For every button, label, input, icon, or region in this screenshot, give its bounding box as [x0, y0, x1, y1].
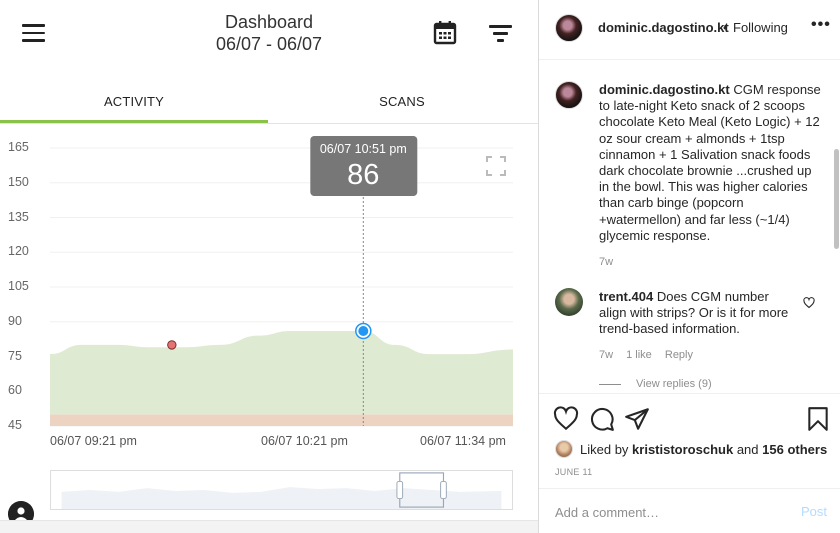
liked-by-prefix: Liked by: [580, 442, 629, 457]
comments-scrollbar[interactable]: [834, 149, 839, 249]
tab-scans[interactable]: SCANS: [268, 86, 536, 123]
separator-dot: •: [723, 20, 728, 35]
author-username[interactable]: dominic.dagostino.kt: [598, 20, 729, 35]
caption-timestamp[interactable]: 7w: [599, 256, 613, 268]
comment-meta: 7w 1 like Reply: [599, 349, 703, 361]
comments-section: dominic.dagostino.kt CGM response to lat…: [539, 61, 840, 393]
post-header: dominic.dagostino.kt • Following •••: [539, 0, 840, 60]
glucose-area: [50, 331, 513, 415]
heart-icon[interactable]: [553, 406, 579, 432]
liked-by-user[interactable]: krististoroschuk: [632, 442, 733, 457]
fullscreen-icon[interactable]: [486, 156, 506, 176]
calendar-icon[interactable]: [433, 20, 457, 45]
x-tick-label: 06/07 10:21 pm: [261, 434, 348, 448]
caption-username[interactable]: dominic.dagostino.kt: [599, 82, 730, 97]
date-range: 06/07 - 06/07: [215, 34, 323, 54]
comment-input[interactable]: [555, 502, 785, 522]
comment-icon[interactable]: [589, 406, 615, 432]
tab-bar: ACTIVITY SCANS: [0, 86, 538, 124]
bookmark-icon[interactable]: [805, 406, 831, 432]
dashboard-app: Dashboard 06/07 - 06/07 ACTIVITY SCANS 1…: [0, 0, 538, 533]
tab-activity[interactable]: ACTIVITY: [0, 86, 268, 123]
comment-timestamp[interactable]: 7w: [599, 349, 613, 361]
caption-avatar[interactable]: [555, 81, 583, 109]
liked-by-and: and: [736, 442, 759, 457]
x-tick-label: 06/07 09:21 pm: [50, 434, 137, 448]
tooltip-value: 86: [347, 159, 379, 191]
chart-minimap[interactable]: [50, 470, 513, 510]
post-date[interactable]: JUNE 11: [555, 467, 592, 477]
author-avatar[interactable]: [555, 14, 583, 42]
comment-likes[interactable]: 1 like: [626, 349, 652, 361]
replies-divider: [599, 384, 621, 385]
glucose-chart: 165 150 135 120 105 90 75 60 45 06/07 10:51 pm 86…: [0, 125, 538, 465]
post-panel: dominic.dagostino.kt • Following ••• dom…: [538, 0, 840, 533]
post-comment-button[interactable]: Post: [801, 504, 827, 519]
minimap-handle-right: [440, 480, 447, 500]
filter-icon[interactable]: [489, 25, 512, 42]
commenter-avatar[interactable]: [555, 288, 583, 316]
add-comment-bar: Post: [539, 488, 840, 533]
event-marker[interactable]: [167, 340, 177, 350]
x-tick-label: 06/07 11:34 pm: [420, 434, 506, 448]
share-icon[interactable]: [624, 406, 650, 432]
post-caption: dominic.dagostino.kt CGM response to lat…: [599, 82, 821, 244]
following-button[interactable]: Following: [733, 20, 788, 35]
caption-text: CGM response to late-night Keto snack of…: [599, 82, 821, 243]
minimap-handle-left: [396, 480, 404, 500]
comment-like-icon[interactable]: [803, 297, 815, 309]
bottom-bar: [0, 520, 538, 533]
dashboard-title: Dashboard: [224, 12, 314, 32]
liked-by-others[interactable]: 156 others: [762, 442, 827, 457]
tooltip-time: 06/07 10:51 pm: [320, 142, 407, 156]
low-range-band: [50, 414, 513, 426]
post-actions: Liked by krististoroschuk and 156 others…: [539, 393, 840, 488]
selected-point[interactable]: [356, 324, 371, 339]
comment-text: trent.404 Does CGM number align with str…: [599, 289, 795, 338]
reply-button[interactable]: Reply: [665, 349, 693, 361]
chart-plot: 06/07 10:51 pm 86: [50, 136, 513, 427]
likes-summary: Liked by krististoroschuk and 156 others: [580, 442, 827, 457]
app-header: Dashboard 06/07 - 06/07: [0, 0, 538, 66]
comment-username[interactable]: trent.404: [599, 289, 653, 304]
view-replies-button[interactable]: View replies (9): [636, 378, 712, 390]
more-options-icon[interactable]: •••: [811, 17, 830, 38]
liker-avatar[interactable]: [555, 440, 573, 458]
